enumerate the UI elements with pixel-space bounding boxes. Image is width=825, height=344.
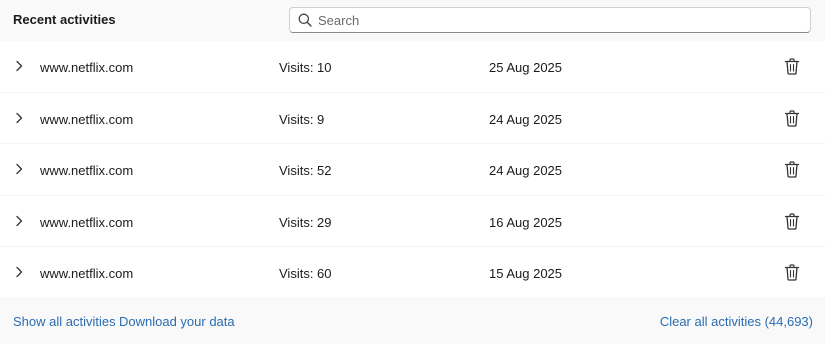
chevron-right-icon[interactable]	[14, 60, 24, 72]
activity-row: www.netflix.com Visits: 60 15 Aug 2025	[0, 245, 825, 297]
activity-date: 16 Aug 2025	[489, 214, 563, 230]
panel-footer: Show all activities Download your data C…	[0, 297, 825, 344]
clear-all-activities-link[interactable]: Clear all activities (44,693)	[660, 314, 813, 329]
activity-date: 25 Aug 2025	[489, 60, 563, 75]
chevron-right-icon[interactable]	[14, 215, 24, 227]
search-box[interactable]	[289, 7, 811, 33]
chevron-right-icon[interactable]	[14, 163, 24, 175]
trash-icon[interactable]	[784, 161, 800, 179]
activity-visits: Visits: 29	[279, 214, 332, 230]
trash-icon[interactable]	[784, 264, 800, 281]
download-your-data-link[interactable]: Download your data	[119, 314, 235, 329]
activity-list: www.netflix.com Visits: 10 25 Aug 2025 w…	[0, 41, 825, 297]
activity-visits: Visits: 9	[279, 112, 325, 128]
show-all-activities-link[interactable]: Show all activities	[13, 314, 116, 329]
panel-header: Recent activities	[0, 0, 825, 40]
activity-row: www.netflix.com Visits: 29 16 Aug 2025	[0, 194, 825, 246]
activity-visits: Visits: 52	[279, 163, 332, 179]
search-input[interactable]	[318, 9, 798, 31]
activity-date: 24 Aug 2025	[489, 163, 563, 179]
activity-visits: Visits: 10	[279, 60, 332, 75]
activity-site: www.netflix.com	[40, 265, 134, 281]
search-icon	[298, 13, 312, 27]
activity-site: www.netflix.com	[40, 214, 134, 230]
activity-site: www.netflix.com	[40, 163, 134, 179]
chevron-right-icon[interactable]	[14, 112, 24, 124]
chevron-right-icon[interactable]	[14, 266, 24, 278]
activity-row: www.netflix.com Visits: 10 25 Aug 2025	[0, 41, 825, 92]
activity-row: www.netflix.com Visits: 9 24 Aug 2025	[0, 92, 825, 143]
activity-site: www.netflix.com	[40, 112, 134, 128]
panel-title: Recent activities	[13, 12, 116, 27]
activity-visits: Visits: 60	[279, 265, 332, 281]
trash-icon[interactable]	[784, 58, 800, 75]
activity-row: www.netflix.com Visits: 52 24 Aug 2025	[0, 143, 825, 194]
recent-activities-panel: Recent activities www.netflix.com Visits…	[0, 0, 825, 344]
trash-icon[interactable]	[784, 110, 800, 127]
activity-date: 15 Aug 2025	[489, 265, 563, 281]
activity-site: www.netflix.com	[40, 60, 134, 75]
trash-icon[interactable]	[784, 212, 800, 230]
activity-date: 24 Aug 2025	[489, 112, 563, 128]
